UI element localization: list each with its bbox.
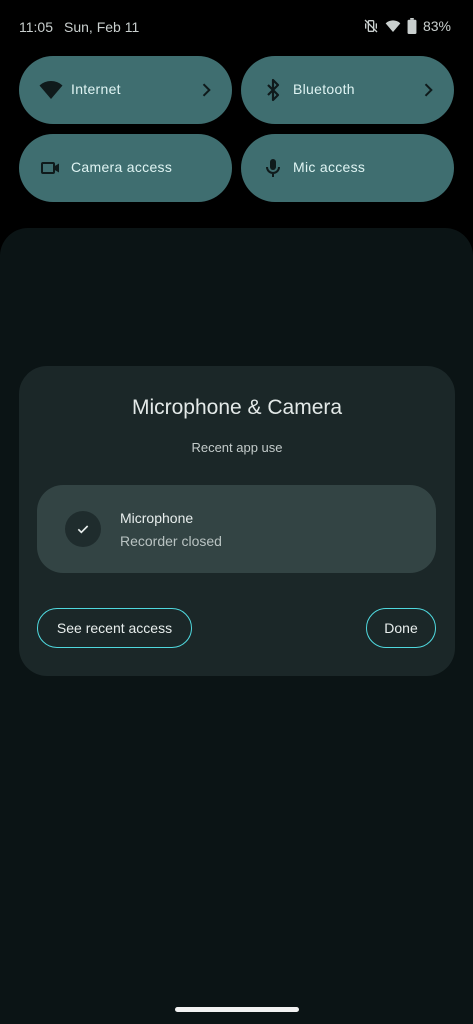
tile-label: Camera access bbox=[71, 159, 173, 175]
dialog-subtitle: Recent app use bbox=[191, 440, 283, 455]
chevron-right-icon bbox=[196, 80, 216, 100]
status-time: 11:05 bbox=[19, 19, 53, 35]
wifi-icon bbox=[39, 78, 63, 102]
wifi-icon bbox=[385, 18, 401, 34]
gesture-nav-handle[interactable] bbox=[175, 1007, 299, 1012]
chevron-right-icon bbox=[418, 80, 438, 100]
tile-mic-access[interactable]: Mic access bbox=[241, 134, 454, 202]
done-button[interactable]: Done bbox=[366, 608, 436, 648]
vibrate-off-icon bbox=[363, 18, 379, 34]
status-bar: 11:05 Sun, Feb 11 83% bbox=[0, 0, 473, 56]
status-date: Sun, Feb 11 bbox=[64, 19, 140, 35]
tile-label: Internet bbox=[71, 81, 121, 97]
tile-camera-access[interactable]: Camera access bbox=[19, 134, 232, 202]
bluetooth-icon bbox=[261, 78, 285, 102]
tile-bluetooth[interactable]: Bluetooth bbox=[241, 56, 454, 124]
dialog-title: Microphone & Camera bbox=[131, 396, 343, 419]
check-icon bbox=[65, 511, 101, 547]
tile-label: Bluetooth bbox=[293, 81, 355, 97]
battery-icon bbox=[407, 18, 417, 34]
tile-label: Mic access bbox=[293, 159, 366, 175]
app-usage-item[interactable]: Microphone Recorder closed bbox=[37, 485, 436, 573]
privacy-dialog: Microphone & Camera Recent app use Micro… bbox=[19, 366, 455, 676]
see-recent-access-button[interactable]: See recent access bbox=[37, 608, 192, 648]
usage-title: Microphone bbox=[120, 510, 194, 526]
status-icons: 83% bbox=[363, 18, 451, 34]
camera-icon bbox=[39, 156, 63, 180]
tile-internet[interactable]: Internet bbox=[19, 56, 232, 124]
microphone-icon bbox=[261, 156, 285, 180]
battery-percent: 83% bbox=[422, 18, 451, 34]
usage-detail: Recorder closed bbox=[120, 533, 222, 549]
